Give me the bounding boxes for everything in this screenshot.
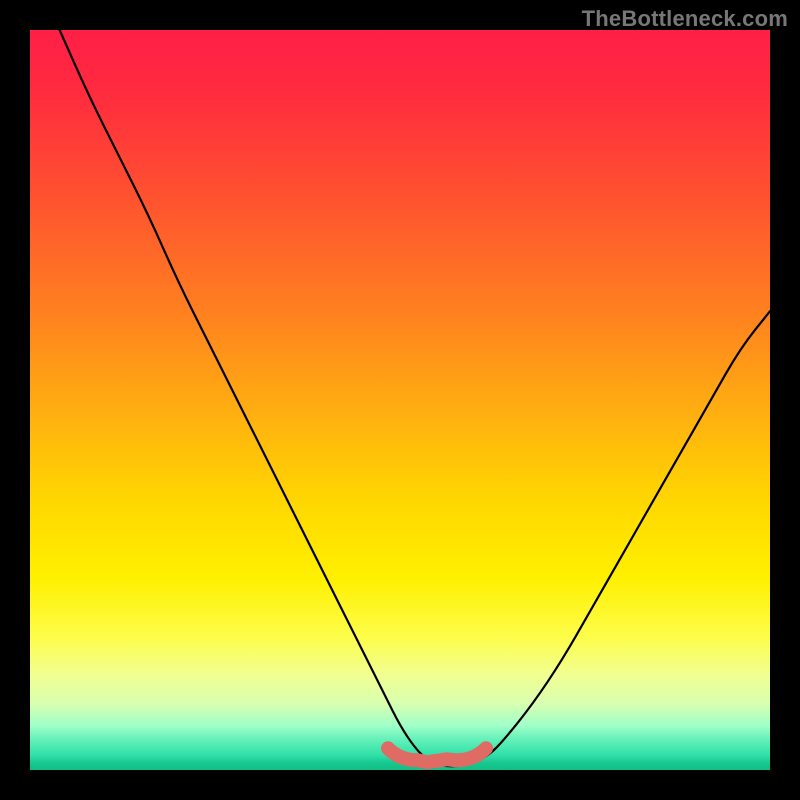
bottleneck-curve <box>60 30 770 766</box>
optimal-range-marker <box>388 748 486 762</box>
watermark-text: TheBottleneck.com <box>582 6 788 32</box>
plot-area <box>30 30 770 770</box>
chart-svg <box>30 30 770 770</box>
chart-canvas: TheBottleneck.com <box>0 0 800 800</box>
